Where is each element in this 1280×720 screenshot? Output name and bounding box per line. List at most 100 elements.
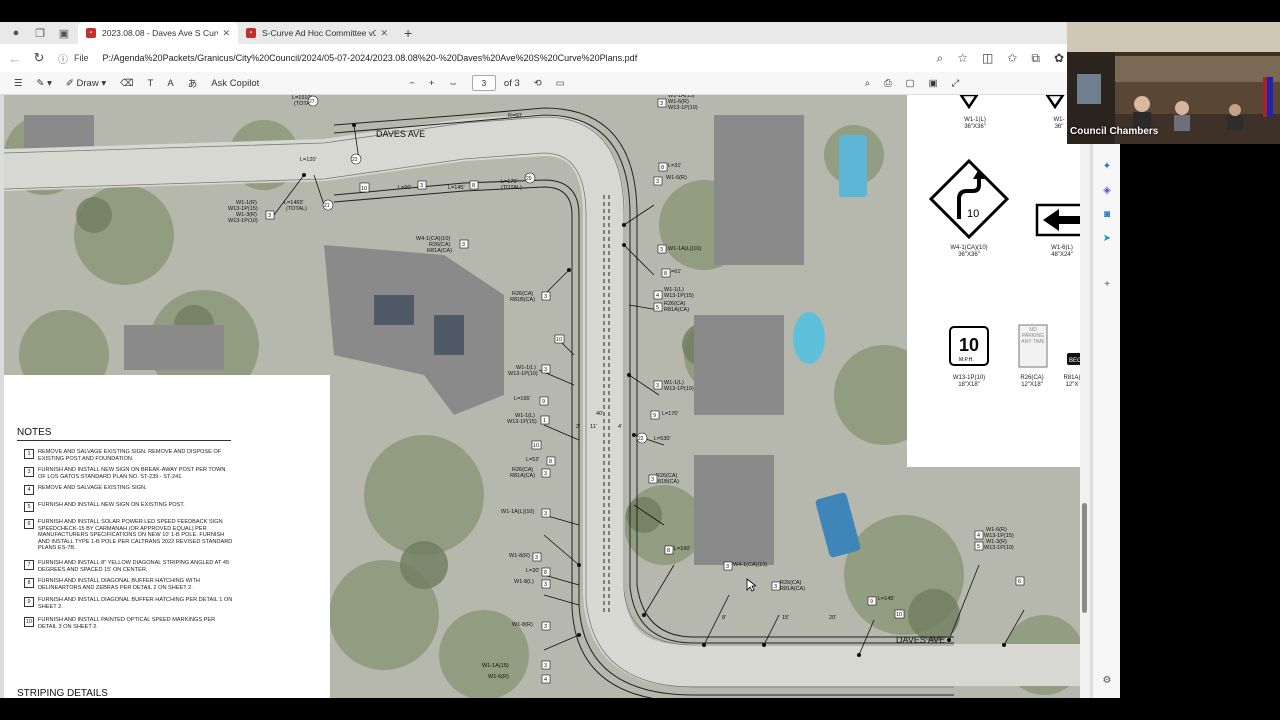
url-field[interactable]: ⓘ File P:/Agenda%20Packets/Granicus/City… <box>58 48 858 68</box>
svg-text:L=30': L=30' <box>526 568 539 574</box>
tab-s-curve-committee[interactable]: ▪ S-Curve Ad Hoc Committee v06 ✕ <box>238 22 396 44</box>
svg-text:L=145': L=145' <box>878 596 895 602</box>
svg-text:W13-1P(10): W13-1P(10) <box>664 386 694 392</box>
sign-caption: W4-1(CA)(10) 36"X36" <box>950 245 988 258</box>
svg-text:W13-1P(10): W13-1P(10) <box>984 545 1014 551</box>
street-name-top: DAVES AVE <box>376 129 425 139</box>
svg-text:6: 6 <box>1018 579 1021 585</box>
add-text-icon[interactable]: T <box>148 78 154 89</box>
svg-text:3: 3 <box>544 471 547 477</box>
svg-text:1: 1 <box>543 418 546 424</box>
zoom-in-button[interactable]: + <box>429 78 435 89</box>
back-button[interactable]: ← <box>6 51 24 66</box>
svg-text:3: 3 <box>544 663 547 669</box>
note-item: 8 FURNISH AND INSTALL DIAGONAL BUFFER HAT… <box>24 578 234 591</box>
svg-text:W1-8(R): W1-8(R) <box>509 553 530 559</box>
svg-text:11': 11' <box>590 424 597 430</box>
collections-icon[interactable]: ⧉ <box>1031 51 1040 66</box>
svg-text:10: 10 <box>361 186 367 192</box>
split-screen-icon[interactable]: ◫ <box>982 51 993 65</box>
search-sidebar-icon[interactable]: ✦ <box>1101 161 1113 173</box>
vertical-scroll-thumb[interactable] <box>1082 503 1087 613</box>
svg-text:R81A(CA): R81A(CA) <box>510 473 535 479</box>
extensions-icon[interactable]: ✿ <box>1054 51 1064 65</box>
svg-text:8': 8' <box>722 615 726 621</box>
notes-title: NOTES <box>17 427 52 438</box>
note-item: 7 FURNISH AND INSTALL 8" YELLOW DIAGONAL … <box>24 560 234 573</box>
svg-text:8: 8 <box>472 183 475 189</box>
svg-text:(TOTAL): (TOTAL) <box>286 206 307 212</box>
close-icon[interactable]: ✕ <box>222 28 230 39</box>
svg-text:8: 8 <box>544 570 547 576</box>
svg-text:8: 8 <box>664 271 667 277</box>
workspaces-icon[interactable]: ❐ <box>32 25 48 41</box>
svg-text:L=170': L=170' <box>662 411 679 417</box>
erase-icon[interactable]: ⌫ <box>120 78 133 89</box>
svg-text:L=52': L=52' <box>526 457 539 463</box>
outlook-icon[interactable]: ◙ <box>1101 209 1113 221</box>
refresh-button[interactable]: ↻ <box>30 50 48 66</box>
svg-text:R81A(CA): R81A(CA) <box>780 586 805 592</box>
translate-icon[interactable]: あ <box>188 76 198 90</box>
svg-text:10: 10 <box>533 443 539 449</box>
svg-text:5: 5 <box>977 544 980 550</box>
draw-button[interactable]: ✐ Draw ▾ <box>66 78 106 89</box>
svg-text:R81B(CA): R81B(CA) <box>510 297 535 303</box>
print-icon[interactable]: ⎙ <box>884 78 892 89</box>
profile-icon[interactable]: ● <box>8 25 24 41</box>
svg-text:L=145': L=145' <box>448 185 465 191</box>
svg-text:8: 8 <box>661 165 664 171</box>
svg-text:9: 9 <box>653 413 656 419</box>
send-icon[interactable]: ➤ <box>1101 233 1113 245</box>
sign-caption: W1-1(L) 36"X36" <box>964 117 986 130</box>
svg-text:3: 3 <box>660 101 663 107</box>
favorites-icon[interactable]: ✩ <box>1007 51 1017 65</box>
svg-text:W13-1P(10): W13-1P(10) <box>668 105 698 111</box>
sidebar-settings-icon[interactable]: ⚙ <box>1101 675 1113 687</box>
browser-window: ● ❐ ▣ ▪ 2023.08.08 - Daves Ave S Curve ✕… <box>0 22 1120 698</box>
vertical-scrollbar[interactable] <box>1080 95 1090 698</box>
svg-text:W4-1(CA)(10): W4-1(CA)(10) <box>733 562 767 568</box>
zoom-icon[interactable]: ⌕ <box>936 51 943 66</box>
read-aloud-icon[interactable]: A <box>167 78 173 89</box>
add-sidebar-app-icon[interactable]: + <box>1101 279 1113 291</box>
sign-legend-panel: 10 10 M.P.H. NO PARKING ANY TIME BEG W1-… <box>907 95 1089 467</box>
search-icon[interactable]: ⌕ <box>865 78 870 89</box>
pdf-document-area[interactable]: L=1510' (TOTAL) R=60' L=120' L=90' L=145' … <box>0 95 1092 698</box>
new-tab-button[interactable]: + <box>404 25 412 41</box>
svg-text:R=60': R=60' <box>508 113 522 119</box>
favorite-star-icon[interactable]: ☆ <box>957 51 968 65</box>
svg-text:8: 8 <box>667 548 670 554</box>
fit-page-icon[interactable]: ⇔ <box>448 78 458 89</box>
svg-text:40': 40' <box>596 411 603 417</box>
note-item: 4 REMOVE AND SALVAGE EXISTING SIGN. <box>24 485 234 495</box>
contents-icon[interactable]: ☰ <box>14 78 23 89</box>
save-as-icon[interactable]: ▣ <box>929 78 938 89</box>
address-bar: ← ↻ ⓘ File P:/Agenda%20Packets/Granicus/… <box>0 44 1120 72</box>
rotate-icon[interactable]: ⟲ <box>534 78 542 89</box>
highlight-icon[interactable]: ✎ ▾ <box>37 78 52 89</box>
tab-actions-icon[interactable]: ▣ <box>56 25 72 41</box>
svg-text:20': 20' <box>829 615 836 621</box>
svg-text:3: 3 <box>544 294 547 300</box>
ask-copilot-button[interactable]: Ask Copilot <box>211 78 259 89</box>
address-bar-actions: ⌕ ☆ ◫ ✩ ⧉ ✿ <box>936 44 1064 72</box>
url-text: P:/Agenda%20Packets/Granicus/City%20Coun… <box>102 53 638 63</box>
page-number-input[interactable]: 3 <box>471 75 496 91</box>
games-icon[interactable]: ◈ <box>1101 185 1113 197</box>
save-icon[interactable]: ▢ <box>906 78 915 89</box>
page-view-icon[interactable]: ▭ <box>556 78 565 89</box>
note-item: 10 FURNISH AND INSTALL PAINTED OPTICAL SP… <box>24 617 216 630</box>
close-icon[interactable]: ✕ <box>380 28 388 39</box>
svg-text:4: 4 <box>544 677 547 683</box>
info-icon[interactable]: ⓘ <box>58 51 68 66</box>
note-item: 3 FURNISH AND INSTALL NEW SIGN ON BREAK-A… <box>24 467 234 480</box>
zoom-out-button[interactable]: − <box>409 78 415 89</box>
fullscreen-icon[interactable]: ⤢ <box>952 78 960 89</box>
tab-daves-ave-pdf[interactable]: ▪ 2023.08.08 - Daves Ave S Curve ✕ <box>78 22 238 44</box>
svg-text:5: 5 <box>656 305 659 311</box>
svg-text:9: 9 <box>542 399 545 405</box>
no-parking-text: NO PARKING ANY TIME <box>1021 327 1045 345</box>
svg-text:3: 3 <box>774 584 777 590</box>
svg-text:W1-1A(L)(10): W1-1A(L)(10) <box>501 509 534 515</box>
